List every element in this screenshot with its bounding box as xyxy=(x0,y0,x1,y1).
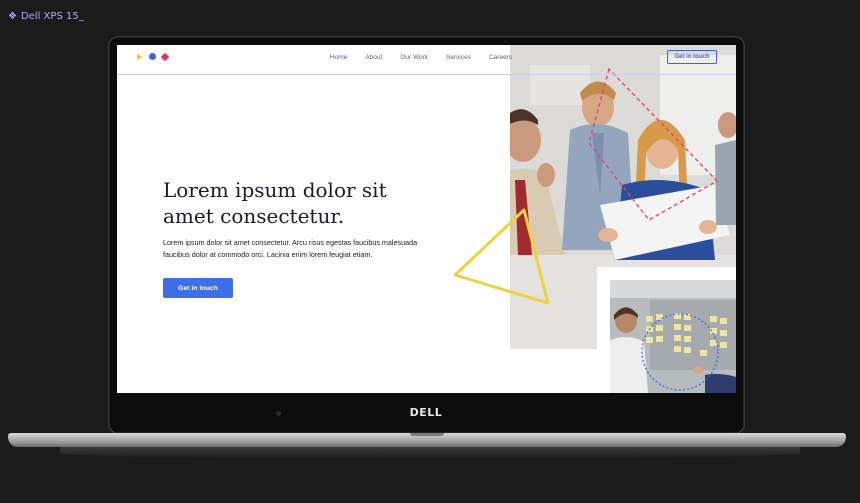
site-logo[interactable] xyxy=(137,52,170,61)
secondary-photo-frame xyxy=(597,267,736,393)
site-menu: Home About Our Work Services Careers xyxy=(330,54,530,61)
nav-get-in-touch-button[interactable]: Get in touch xyxy=(667,50,717,64)
frame-label-text: Dell XPS 15_ xyxy=(20,11,84,22)
secondary-photo-illustration xyxy=(610,280,736,393)
laptop-screen: Home About Our Work Services Careers Get… xyxy=(117,45,736,393)
laptop-hinge-notch xyxy=(410,433,444,436)
laptop-brand-logo: DELL xyxy=(409,406,443,419)
laptop-shadow xyxy=(60,447,800,459)
component-icon: ❖ xyxy=(8,11,17,22)
nav-link-services[interactable]: Services xyxy=(446,54,471,61)
logo-diamond-icon xyxy=(160,52,170,61)
nav-link-home[interactable]: Home xyxy=(330,54,347,61)
site-navbar: Home About Our Work Services Careers Get… xyxy=(117,45,736,75)
logo-triangle-icon xyxy=(137,53,143,60)
nav-link-about[interactable]: About xyxy=(365,54,382,61)
hero-title: Lorem ipsum dolor sit amet consectetur. xyxy=(163,178,387,228)
secondary-photo-board xyxy=(610,280,736,393)
hero-get-in-touch-button[interactable]: Get in touch xyxy=(163,278,233,298)
frame-label: ❖ Dell XPS 15_ xyxy=(8,11,84,22)
hero-description: Lorem ipsum dolor sit amet consectetur. … xyxy=(163,238,418,259)
webcam xyxy=(276,411,281,416)
nav-link-careers[interactable]: Careers xyxy=(489,54,512,61)
nav-link-our-work[interactable]: Our Work xyxy=(400,54,428,61)
logo-circle-icon xyxy=(149,53,156,60)
